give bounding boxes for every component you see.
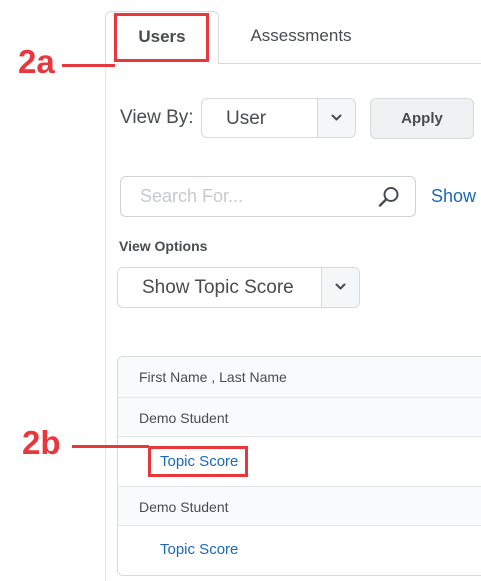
- table-row: Demo Student: [118, 487, 481, 526]
- chevron-down-icon: [331, 114, 342, 121]
- table-row: Demo Student: [118, 398, 481, 437]
- view-options-selected-value: Show Topic Score: [142, 277, 294, 298]
- search-field[interactable]: [120, 176, 416, 217]
- annotation-leader-line-2a: [62, 64, 115, 67]
- student-name: Demo Student: [139, 499, 229, 515]
- view-options-select[interactable]: Show Topic Score: [117, 267, 360, 308]
- apply-button[interactable]: Apply: [370, 98, 474, 139]
- view-by-selected-value: User: [226, 108, 267, 129]
- search-icon[interactable]: [377, 185, 401, 209]
- search-input[interactable]: [140, 185, 360, 207]
- tab-assessments-label: Assessments: [250, 26, 352, 45]
- view-options-dropdown-button[interactable]: [321, 268, 359, 307]
- screenshot-canvas: Users Assessments View By: User Apply Sh…: [0, 0, 481, 581]
- student-name: Demo Student: [139, 410, 229, 426]
- table-header-row: First Name , Last Name: [118, 357, 481, 398]
- annotation-label-2b: 2b: [22, 424, 61, 461]
- chevron-down-icon: [335, 283, 346, 290]
- view-by-label: View By:: [120, 107, 194, 128]
- show-search-options-link[interactable]: Show: [431, 186, 476, 207]
- view-options-label: View Options: [119, 238, 208, 254]
- annotation-label-2a: 2a: [18, 43, 55, 80]
- tab-assessments[interactable]: Assessments: [233, 11, 369, 63]
- annotation-highlight-users-tab: [114, 13, 209, 62]
- table-row: Topic Score: [118, 526, 481, 575]
- view-by-dropdown-button[interactable]: [317, 99, 355, 137]
- apply-button-label: Apply: [401, 110, 443, 127]
- tab-baseline: [218, 63, 481, 64]
- column-header-name[interactable]: First Name , Last Name: [139, 369, 287, 385]
- topic-score-link[interactable]: Topic Score: [160, 541, 238, 558]
- annotation-highlight-topic-score: [148, 446, 248, 477]
- view-by-select[interactable]: User: [201, 98, 356, 138]
- content-divider: [105, 64, 106, 581]
- annotation-leader-line-2b: [72, 445, 149, 448]
